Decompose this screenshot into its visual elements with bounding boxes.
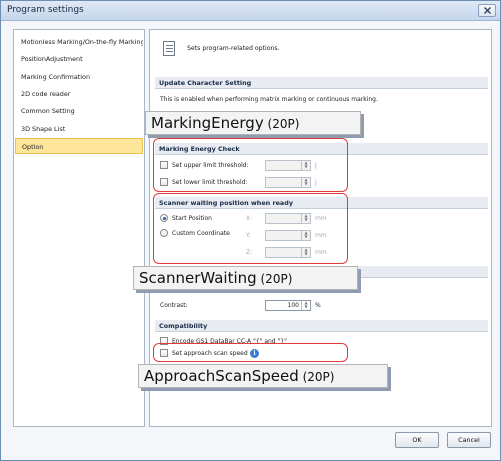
stepper-arrows-icon: ▲ ▼	[301, 301, 310, 310]
update-character-description: This is enabled when performing matrix m…	[160, 96, 378, 103]
dialog-title: Program settings	[7, 5, 84, 15]
sidebar-item-position-adjustment[interactable]: PositionAdjustment	[15, 51, 143, 67]
callout-name: ScannerWaiting	[139, 269, 257, 287]
callout-suffix: (20P)	[256, 272, 293, 286]
callout-name: ApproachScanSpeed	[144, 367, 299, 385]
section-compatibility: Compatibility	[155, 320, 488, 332]
close-button[interactable]	[478, 4, 496, 17]
marking-energy-callout: MarkingEnergy (20P)	[145, 111, 361, 135]
sidebar-item-common-setting[interactable]: Common Setting	[15, 103, 143, 119]
contrast-value: 100	[287, 302, 299, 309]
callout-name: MarkingEnergy	[151, 114, 264, 132]
settings-sidebar: Motionless Marking/On-the-fly Marking Po…	[13, 29, 145, 427]
scanner-waiting-highlight	[153, 193, 348, 264]
callout-suffix: (20P)	[263, 117, 300, 131]
program-settings-dialog: Program settings Motionless Marking/On-t…	[0, 0, 501, 461]
approach-speed-callout: ApproachScanSpeed (20P)	[138, 364, 388, 388]
sidebar-item-option[interactable]: Option	[15, 138, 143, 154]
cancel-button[interactable]: Cancel	[447, 432, 491, 448]
dialog-footer: OK Cancel	[1, 431, 500, 460]
contrast-label: Contrast:	[160, 302, 188, 309]
panel-header: Sets program-related options.	[150, 30, 491, 66]
approach-speed-highlight	[153, 343, 348, 362]
sidebar-item-3d-shape-list[interactable]: 3D Shape List	[15, 121, 143, 137]
sidebar-item-marking-confirmation[interactable]: Marking Confirmation	[15, 69, 143, 85]
contrast-unit: %	[315, 302, 321, 309]
marking-energy-highlight	[153, 138, 348, 192]
panel-description: Sets program-related options.	[187, 45, 280, 52]
scanner-waiting-callout: ScannerWaiting (20P)	[133, 266, 358, 290]
ok-button[interactable]: OK	[395, 432, 439, 448]
section-update-character: Update Character Setting	[155, 77, 488, 89]
title-bar: Program settings	[1, 1, 500, 21]
document-icon	[163, 41, 175, 56]
close-icon	[484, 7, 491, 14]
sidebar-item-2d-code-reader[interactable]: 2D code reader	[15, 86, 143, 102]
callout-suffix: (20P)	[298, 370, 335, 384]
contrast-stepper[interactable]: 100 ▲ ▼	[265, 300, 311, 311]
sidebar-item-motionless-marking[interactable]: Motionless Marking/On-the-fly Marking	[15, 34, 143, 50]
